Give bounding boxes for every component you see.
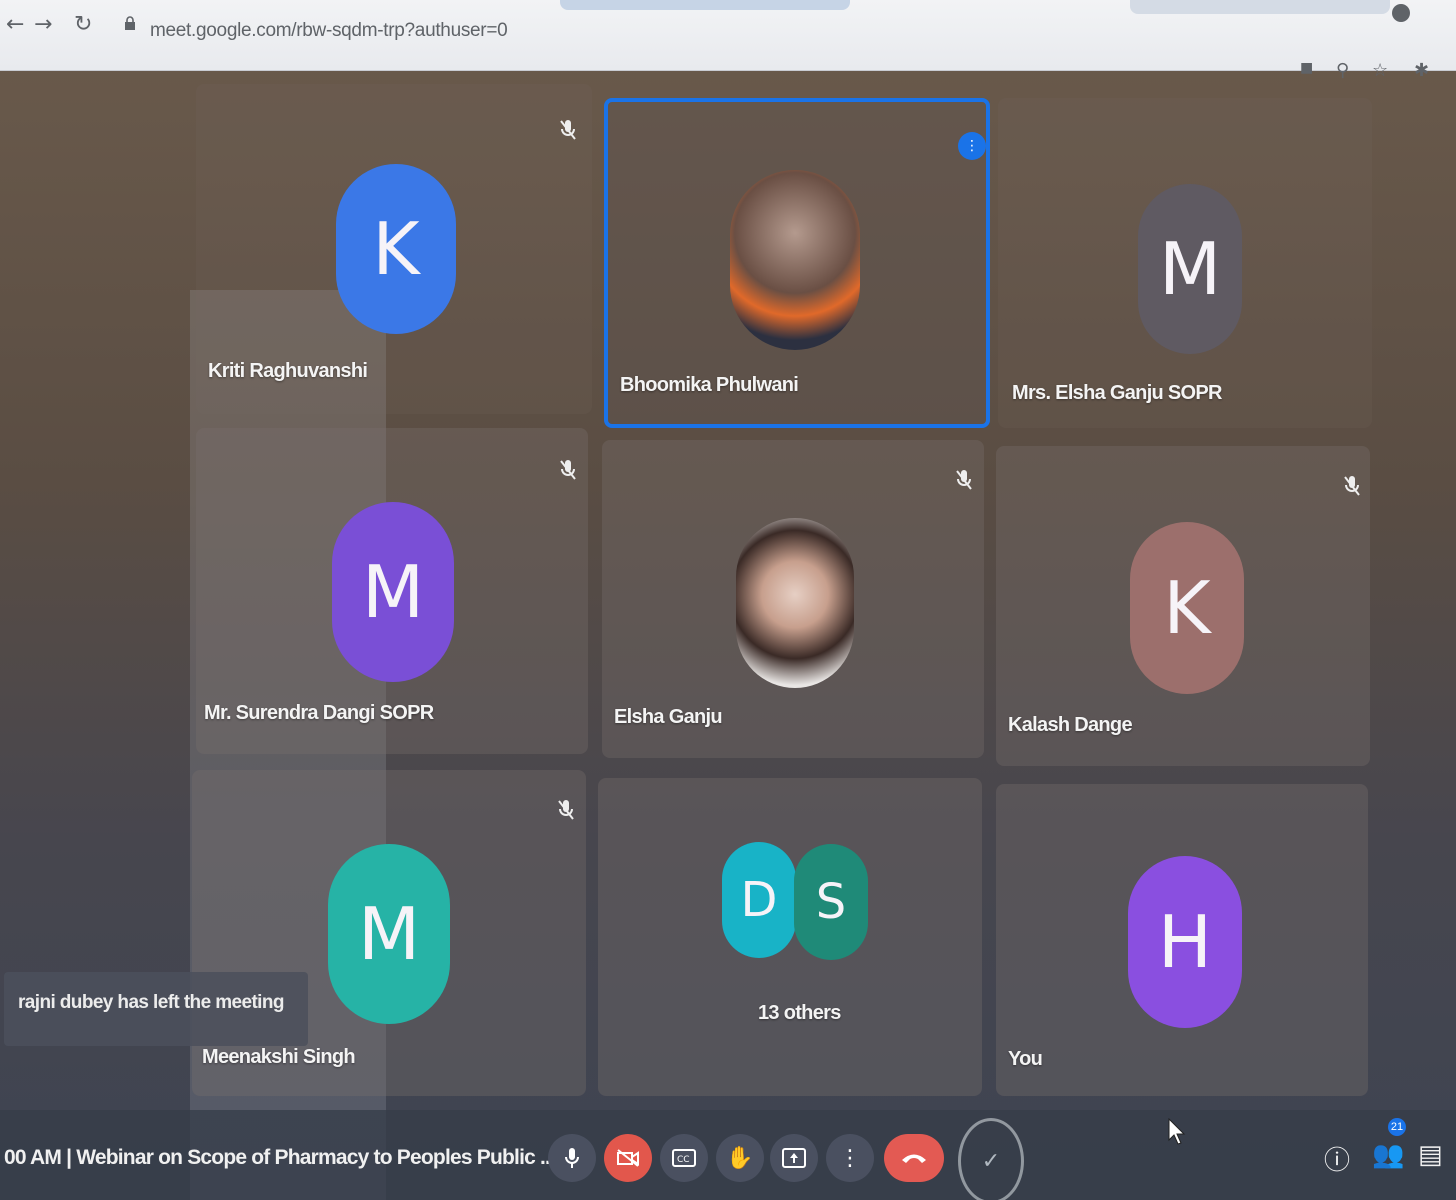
avatar: S — [794, 844, 868, 960]
mic-muted-icon — [956, 470, 972, 490]
address-bar[interactable]: meet.google.com/rbw-sqdm-trp?authuser=0 — [150, 20, 508, 42]
others-count: 13 others — [758, 1002, 841, 1024]
lock-icon — [125, 16, 135, 30]
profile-icon[interactable] — [1392, 4, 1410, 22]
avatar: H — [1128, 856, 1242, 1028]
avatar: D — [722, 842, 796, 958]
participant-name: Mr. Surendra Dangi SOPR — [204, 702, 434, 724]
meeting-details[interactable]: 00 AM | Webinar on Scope of Pharmacy to … — [4, 1146, 556, 1170]
mic-muted-icon — [560, 120, 576, 140]
participant-tile[interactable]: Elsha Ganju — [602, 440, 984, 758]
captions-icon[interactable]: CC — [660, 1134, 708, 1182]
hangup-icon[interactable] — [884, 1134, 944, 1182]
chat-icon[interactable]: ▤ — [1418, 1140, 1443, 1170]
avatar: K — [1130, 522, 1244, 694]
participant-tile[interactable]: M Mrs. Elsha Ganju SOPR — [998, 98, 1372, 428]
notification-text: rajni dubey has left the meeting — [18, 992, 284, 1013]
meet-window: ← → ↻ meet.google.com/rbw-sqdm-trp?authu… — [0, 0, 1456, 1200]
participant-name: Bhoomika Phulwani — [620, 374, 799, 396]
notification-toast: rajni dubey has left the meeting — [4, 972, 308, 1046]
participant-name: Meenakshi Singh — [202, 1046, 356, 1068]
participant-photo — [730, 170, 860, 350]
participant-tile[interactable]: K Kalash Dange — [996, 446, 1370, 766]
others-tile[interactable]: D S 13 others — [598, 778, 982, 1096]
participant-tile[interactable]: K Kriti Raghuvanshi — [196, 84, 592, 414]
participant-tile-active-speaker[interactable]: ⋮ Bhoomika Phulwani — [604, 98, 990, 428]
svg-text:CC: CC — [677, 1155, 690, 1165]
checkmark-icon[interactable]: ✓ — [958, 1118, 1024, 1200]
extensions-icon[interactable]: ✱ — [1414, 60, 1429, 81]
self-tile[interactable]: H You — [996, 784, 1368, 1096]
participant-name: Kalash Dange — [1008, 714, 1133, 736]
mic-muted-icon — [1344, 476, 1360, 496]
people-icon[interactable]: 👥 — [1372, 1140, 1404, 1170]
browser-tab[interactable] — [560, 0, 850, 10]
browser-toolbar: ← → ↻ meet.google.com/rbw-sqdm-trp?authu… — [0, 0, 1456, 81]
camera-off-icon[interactable] — [604, 1134, 652, 1182]
browser-tab[interactable] — [1130, 0, 1390, 14]
participant-tile[interactable]: M Meenakshi Singh — [192, 770, 586, 1096]
avatar: K — [336, 164, 456, 334]
mouse-cursor-icon — [1168, 1118, 1186, 1145]
avatar: M — [1138, 184, 1242, 354]
bookmark-star-icon[interactable]: ☆ — [1372, 60, 1388, 81]
participant-tile[interactable]: M Mr. Surendra Dangi SOPR — [196, 428, 588, 754]
participant-photo — [736, 518, 854, 688]
participant-count-badge: 21 — [1388, 1118, 1406, 1136]
speaking-indicator-icon: ⋮ — [958, 132, 986, 160]
reload-icon[interactable]: ↻ — [74, 12, 92, 37]
participant-name: You — [1008, 1048, 1043, 1070]
meeting-info-icon[interactable]: ⓘ — [1324, 1140, 1350, 1177]
participant-name: Elsha Ganju — [614, 706, 723, 728]
more-options-icon[interactable]: ⋮ — [826, 1134, 874, 1182]
mic-muted-icon — [560, 460, 576, 480]
mic-muted-icon — [558, 800, 574, 820]
zoom-icon[interactable]: ⚲ — [1336, 60, 1349, 81]
camera-indicator-icon[interactable]: ■ — [1300, 60, 1313, 76]
participant-name: Kriti Raghuvanshi — [208, 360, 368, 382]
forward-icon[interactable]: → — [34, 12, 52, 37]
present-icon[interactable] — [770, 1134, 818, 1182]
participant-name: Mrs. Elsha Ganju SOPR — [1012, 382, 1223, 404]
avatar: M — [332, 502, 454, 682]
back-icon[interactable]: ← — [6, 12, 24, 37]
mic-icon[interactable] — [548, 1134, 596, 1182]
avatar: M — [328, 844, 450, 1024]
raise-hand-icon[interactable]: ✋ — [716, 1134, 764, 1182]
